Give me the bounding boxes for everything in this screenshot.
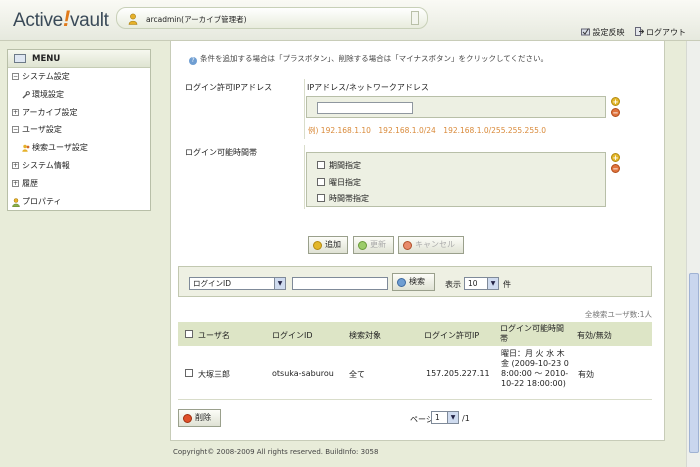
menu-item-system-settings[interactable]: − システム設定 <box>8 68 150 86</box>
search-target-cell: 全て <box>349 370 365 379</box>
apply-settings-link[interactable]: 設定反映 <box>581 28 624 37</box>
column-header[interactable]: 検索対象 <box>349 330 381 341</box>
ip-label: ログイン許可IPアドレス <box>185 83 273 92</box>
app-logo: Active!vault <box>13 6 109 31</box>
table-header: ユーザ名 ログインID 検索対象 ログイン許可IP ログイン可能時間帯 有効/無… <box>178 322 652 346</box>
menu-item-properties[interactable]: プロパティ <box>8 193 150 211</box>
weekday-option[interactable]: 曜日指定 <box>317 177 361 188</box>
menu-item-system-info[interactable]: + システム情報 <box>8 157 150 175</box>
collapse-icon[interactable]: − <box>12 126 19 134</box>
column-header[interactable]: ユーザ名 <box>198 330 230 341</box>
help-icon: ? <box>189 57 197 65</box>
chevron-down-icon: ▼ <box>447 412 458 423</box>
plus-icon <box>313 241 322 250</box>
expand-icon[interactable]: + <box>12 161 19 169</box>
column-header[interactable]: ログインID <box>272 330 313 341</box>
result-count: 全検索ユーザ数:1人 <box>584 310 652 319</box>
user-name: arcadmin(アーカイブ管理者) <box>146 15 247 24</box>
search-field-select[interactable]: ログインID ▼ <box>189 277 286 290</box>
search-bar: ログインID ▼ 検索 表示 10 ▼ 件 <box>178 266 652 297</box>
menu-item-environment[interactable]: 環境設定 <box>8 86 150 104</box>
add-time-plus-button[interactable]: + <box>611 153 620 162</box>
ip-cell: 157.205.227.11 <box>426 369 490 378</box>
display-label: 表示 <box>445 280 461 289</box>
expand-icon[interactable]: + <box>12 179 19 187</box>
table-footer: 削除 ページ 1 ▼ /1 <box>178 404 652 432</box>
add-button[interactable]: 追加 <box>308 236 348 254</box>
chevron-down-icon: ▼ <box>487 278 498 289</box>
row-checkbox[interactable] <box>185 369 193 377</box>
period-option[interactable]: 期間指定 <box>317 160 361 171</box>
select-all-checkbox[interactable] <box>185 330 193 338</box>
user-icon <box>12 197 20 207</box>
ip-input-box <box>306 96 606 118</box>
remove-time-minus-button[interactable]: − <box>611 164 620 173</box>
ip-example-text: 例) 192.168.1.10 192.168.1.0/24 192.168.1… <box>308 126 547 135</box>
chevron-down-icon: ▼ <box>274 278 285 289</box>
column-header[interactable]: ログイン可能時間帯 <box>500 324 570 344</box>
menu-icon <box>14 54 26 63</box>
page-size-select[interactable]: 10 ▼ <box>464 277 499 290</box>
copyright: Copyright© 2008-2009 All rights reserved… <box>173 448 379 456</box>
cancel-icon <box>403 241 412 250</box>
menu-item-user-settings[interactable]: − ユーザ設定 <box>8 121 150 139</box>
logout-icon <box>635 27 644 36</box>
user-box-scroll[interactable] <box>411 11 419 25</box>
time-label: ログイン可能時間帯 <box>185 148 257 157</box>
divider <box>304 145 305 209</box>
update-button[interactable]: 更新 <box>353 236 394 254</box>
user-box: arcadmin(アーカイブ管理者) <box>116 7 428 29</box>
ip-column-label: IPアドレス/ネットワークアドレス <box>307 83 429 92</box>
period-checkbox[interactable] <box>317 161 325 169</box>
column-header[interactable]: ログイン許可IP <box>424 330 479 341</box>
ip-address-input[interactable] <box>317 102 413 114</box>
divider <box>304 79 305 139</box>
page-scrollbar[interactable] <box>686 41 700 467</box>
search-icon <box>397 278 406 287</box>
users-icon <box>22 144 30 152</box>
time-cell: 曜日：月 火 水 木 金 (2009-10-23 08:00:00 〜 2010… <box>501 349 569 388</box>
page-select[interactable]: 1 ▼ <box>431 411 459 424</box>
app-header: Active!vault arcadmin(アーカイブ管理者) 設定反映 ログア… <box>0 0 700 41</box>
column-header[interactable]: 有効/無効 <box>577 330 612 341</box>
menu-item-archive-settings[interactable]: + アーカイブ設定 <box>8 104 150 122</box>
apply-icon <box>581 28 591 36</box>
help-note: ? 条件を追加する場合は「プラスボタン」、削除する場合は「マイナスボタン」をクリッ… <box>189 53 548 65</box>
delete-button[interactable]: 削除 <box>178 409 221 427</box>
table-row[interactable]: 大塚三郎 otsuka-saburou 全て 157.205.227.11 曜日… <box>178 346 652 400</box>
time-options-box: 期間指定 曜日指定 時間帯指定 <box>306 152 606 207</box>
search-button[interactable]: 検索 <box>392 273 435 291</box>
user-icon <box>128 13 138 25</box>
collapse-icon[interactable]: − <box>12 73 19 80</box>
header-links: 設定反映 ログアウト <box>573 27 686 38</box>
time-range-option[interactable]: 時間帯指定 <box>317 193 369 204</box>
main-panel: ? 条件を追加する場合は「プラスボタン」、削除する場合は「マイナスボタン」をクリッ… <box>170 41 665 441</box>
menu-item-search-users[interactable]: 検索ユーザ設定 <box>8 139 150 157</box>
user-name-cell[interactable]: 大塚三郎 <box>198 369 230 380</box>
scrollbar-thumb[interactable] <box>689 273 699 453</box>
delete-icon <box>183 414 192 423</box>
page-total: /1 <box>462 414 470 423</box>
menu-header: MENU <box>8 50 150 68</box>
add-ip-plus-button[interactable]: + <box>611 97 620 106</box>
refresh-icon <box>358 241 367 250</box>
logout-link[interactable]: ログアウト <box>635 27 686 37</box>
search-input[interactable] <box>292 277 388 290</box>
remove-ip-minus-button[interactable]: − <box>611 108 620 117</box>
side-menu: MENU − システム設定 環境設定 + アーカイブ設定 − ユーザ設定 検索ユーザ設… <box>7 49 151 211</box>
wrench-icon <box>22 90 30 99</box>
login-id-cell: otsuka-saburou <box>272 369 334 378</box>
weekday-checkbox[interactable] <box>317 178 325 186</box>
unit-label: 件 <box>503 280 511 289</box>
status-cell: 有効 <box>578 370 594 379</box>
cancel-button[interactable]: キャンセル <box>398 236 464 254</box>
expand-icon[interactable]: + <box>12 108 19 116</box>
menu-item-history[interactable]: + 履歴 <box>8 175 150 193</box>
time-range-checkbox[interactable] <box>317 194 325 202</box>
